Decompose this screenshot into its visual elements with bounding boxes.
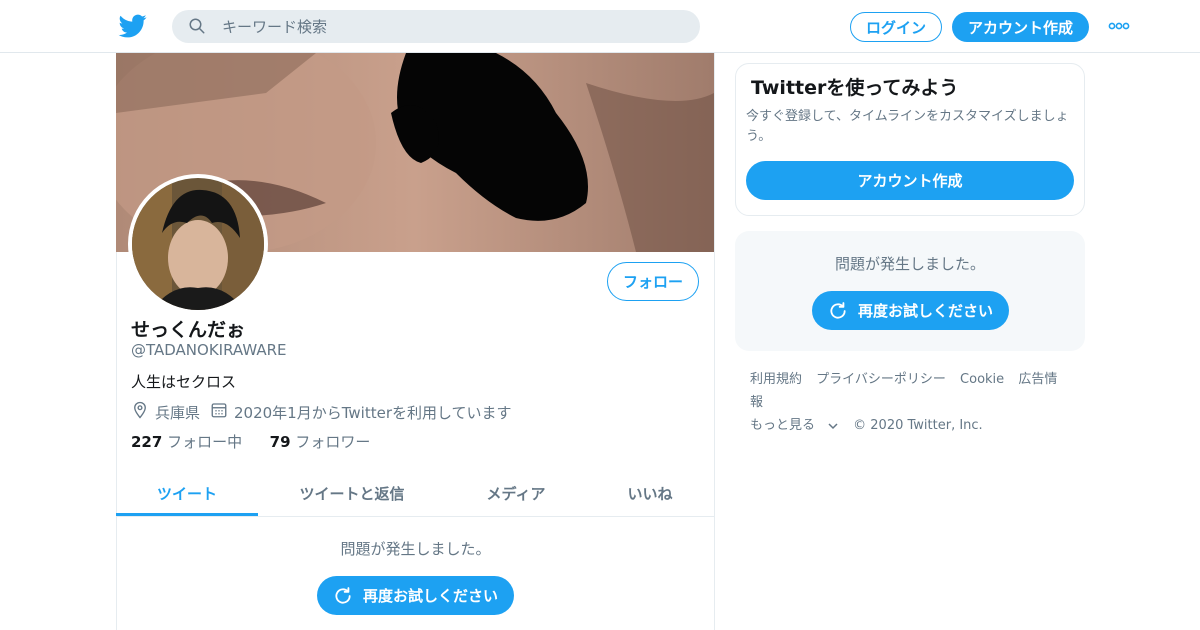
twitter-bird-icon[interactable] — [118, 12, 148, 40]
footer-link-terms[interactable]: 利用規約 — [750, 372, 802, 387]
followers-link[interactable]: 79 フォロワー — [270, 433, 371, 451]
profile-bio: 人生はセクロス — [131, 373, 237, 391]
timeline-error-message: 問題が発生しました。 — [340, 540, 491, 558]
refresh-icon — [830, 301, 846, 319]
calendar-icon — [211, 403, 227, 418]
sidebar-retry-button[interactable]: 再度お試しください — [812, 291, 1009, 330]
search-input[interactable] — [222, 11, 682, 42]
footer-more-label: もっと見る — [750, 418, 816, 433]
profile-avatar[interactable] — [132, 178, 264, 310]
search-icon — [189, 18, 205, 34]
follow-button[interactable]: フォロー — [607, 262, 699, 301]
profile-name: せっくんだぉ — [131, 319, 246, 341]
profile-stats: 227 フォロー中 79 フォロワー — [131, 431, 370, 452]
following-label: フォロー中 — [167, 433, 243, 451]
following-link[interactable]: 227 フォロー中 — [131, 433, 242, 451]
footer-copyright: © 2020 Twitter, Inc. — [853, 418, 983, 433]
login-button[interactable]: ログイン — [850, 12, 942, 42]
timeline-retry-label: 再度お試しください — [362, 587, 498, 605]
following-count: 227 — [131, 433, 163, 451]
footer-link-cookie[interactable]: Cookie — [960, 372, 1004, 387]
footer-link-privacy[interactable]: プライバシーポリシー — [816, 372, 946, 387]
footer-more-button[interactable]: もっと見る — [750, 418, 839, 433]
sidebar-footer: 利用規約 プライバシーポリシー Cookie 広告情報 もっと見る © 2020… — [750, 368, 1080, 437]
profile-handle: @TADANOKIRAWARE — [131, 341, 287, 359]
tab-tweets[interactable]: ツイート — [116, 470, 258, 516]
signup-card-title: Twitterを使ってみよう — [751, 77, 959, 99]
followers-count: 79 — [269, 433, 291, 451]
tabs-divider — [116, 516, 715, 517]
profile-location: 兵庫県 — [155, 404, 201, 422]
sidebar-error-message: 問題が発生しました。 — [834, 255, 985, 273]
timeline-retry-button[interactable]: 再度お試しください — [317, 576, 514, 615]
tab-tweets-and-replies[interactable]: ツイートと返信 — [270, 470, 434, 516]
signup-card-button[interactable]: アカウント作成 — [746, 161, 1074, 200]
tab-media[interactable]: メディア — [446, 470, 586, 516]
location-pin-icon — [134, 401, 146, 419]
chevron-down-icon — [828, 422, 838, 429]
tab-likes[interactable]: いいね — [590, 470, 710, 516]
signup-card-subtitle: 今すぐ登録して、タイムラインをカスタマイズしましょう。 — [746, 109, 1069, 144]
refresh-icon — [335, 586, 351, 604]
profile-join-date: 2020年1月からTwitterを利用しています — [234, 404, 512, 422]
sidebar-retry-label: 再度お試しください — [857, 302, 993, 320]
signup-button[interactable]: アカウント作成 — [952, 12, 1089, 42]
more-dots-icon[interactable] — [1108, 20, 1130, 32]
followers-label: フォロワー — [295, 433, 371, 451]
